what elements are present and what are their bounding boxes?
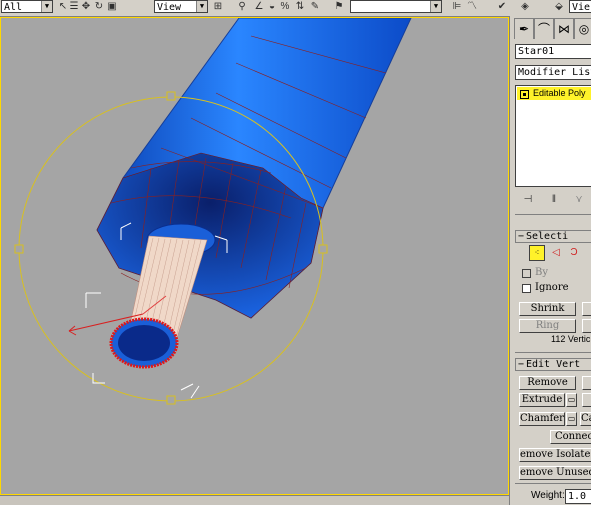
align-icon[interactable]: ⊫ xyxy=(451,1,463,13)
divider xyxy=(515,483,591,484)
stack-item-label: Editable Poly xyxy=(533,88,586,98)
viewport-render-value: Vie xyxy=(572,2,591,13)
modifier-list-label: Modifier List xyxy=(518,67,591,78)
rollout-title: Selecti xyxy=(526,231,569,242)
select-by-name-icon[interactable]: ☰ xyxy=(68,1,80,13)
modifier-stack[interactable]: Editable Poly xyxy=(515,85,591,187)
divider xyxy=(515,352,591,353)
spinner-snap-icon[interactable]: ⇅ xyxy=(294,1,306,13)
named-selection-field[interactable]: ▼ xyxy=(350,0,442,13)
object-name-field[interactable]: Star01 xyxy=(515,44,591,59)
selection-filter-dropdown[interactable]: All ▼ xyxy=(1,0,53,13)
collapse-icon: − xyxy=(517,231,525,242)
connect-button[interactable]: Connec xyxy=(550,430,591,444)
pin-stack-icon[interactable]: ⊣ xyxy=(522,194,534,206)
time-slider-track[interactable] xyxy=(0,495,509,505)
ignore-backfacing-label: Ignore xyxy=(535,282,569,293)
select-manipulate-icon[interactable]: ⚲ xyxy=(236,1,248,13)
pivot-icon[interactable]: ⊞ xyxy=(212,1,224,13)
chevron-down-icon[interactable]: ▼ xyxy=(196,1,207,12)
collapse-icon: − xyxy=(517,359,525,370)
modify-tab-icon[interactable]: ⌒ xyxy=(534,18,554,39)
object-name-value: Star01 xyxy=(518,46,555,57)
rollout-title: Edit Vert xyxy=(526,359,581,370)
command-panel: ✒ ⌒ ⋈ ◎ Star01 Modifier List Editable Po… xyxy=(509,16,591,505)
by-vertex-checkbox[interactable] xyxy=(522,269,531,278)
border-mode-icon[interactable]: Ɔ xyxy=(568,247,580,259)
extrude-button[interactable]: Extrude xyxy=(519,393,565,407)
curve-editor-icon[interactable]: 〽 xyxy=(466,1,478,13)
rotate-icon[interactable]: ↻ xyxy=(93,1,105,13)
chevron-down-icon[interactable]: ▼ xyxy=(41,1,52,12)
break-button[interactable] xyxy=(582,376,591,390)
selection-rollout-header[interactable]: − Selecti xyxy=(515,230,591,243)
shrink-button[interactable]: Shrink xyxy=(519,302,576,316)
move-icon[interactable]: ✥ xyxy=(80,1,92,13)
snap-icon[interactable]: ∠ xyxy=(253,1,265,13)
chamfer-settings-icon[interactable]: ▭ xyxy=(566,412,577,426)
mirror-icon[interactable]: ⚑ xyxy=(333,1,345,13)
render-scene-icon[interactable]: ◈ xyxy=(519,1,531,13)
by-vertex-label: By xyxy=(535,267,548,278)
loop-button[interactable] xyxy=(582,319,591,333)
perspective-viewport[interactable] xyxy=(0,17,509,495)
weight-value: 1.0 xyxy=(568,491,587,502)
viewport-render-dropdown[interactable]: Vie xyxy=(569,0,591,13)
quick-render-icon[interactable]: ⬙ xyxy=(553,1,565,13)
main-toolbar: All ▼ ↖ ☰ ✥ ↻ ▣ View ▼ ⊞ ⚲ ∠ ◒ % ⇅ ✎ ⚑ ▼… xyxy=(0,0,591,17)
divider xyxy=(515,214,591,215)
remove-isolated-button[interactable]: emove Isolate xyxy=(519,448,591,462)
percent-snap-icon[interactable]: % xyxy=(279,1,291,13)
chevron-down-icon[interactable]: ▼ xyxy=(430,1,441,12)
angle-snap-icon[interactable]: ◒ xyxy=(266,1,278,13)
command-panel-tabs: ✒ ⌒ ⋈ ◎ xyxy=(514,18,591,40)
ring-button[interactable]: Ring xyxy=(519,319,576,333)
stack-item-editable-poly[interactable]: Editable Poly xyxy=(517,87,591,100)
stack-expand-icon[interactable] xyxy=(520,90,529,99)
chamfer-button[interactable]: Chamfer xyxy=(519,412,565,426)
named-selection-icon[interactable]: ✎ xyxy=(309,1,321,13)
weight-label: Weight: xyxy=(531,490,565,501)
modifier-list-dropdown[interactable]: Modifier List xyxy=(515,65,591,80)
target-weld-button[interactable]: Ca xyxy=(580,412,591,426)
weld-button[interactable] xyxy=(582,393,591,407)
weight-spinner[interactable]: 1.0 xyxy=(565,489,591,504)
grow-button[interactable] xyxy=(582,302,591,316)
remove-unused-button[interactable]: emove Unused xyxy=(519,466,591,480)
scale-icon[interactable]: ▣ xyxy=(106,1,118,13)
ignore-backfacing-checkbox[interactable] xyxy=(522,284,531,293)
motion-tab-icon[interactable]: ◎ xyxy=(574,18,591,39)
remove-button[interactable]: Remove xyxy=(519,376,576,390)
vertex-mode-icon[interactable]: ⁖ xyxy=(529,245,545,261)
material-editor-icon[interactable]: ✔ xyxy=(496,1,508,13)
selection-filter-value: All xyxy=(4,2,23,13)
make-unique-icon[interactable]: ⋎ xyxy=(573,194,585,206)
edit-vertices-rollout-header[interactable]: − Edit Vert xyxy=(515,358,591,371)
reference-coord-value: View xyxy=(157,2,182,13)
edge-mode-icon[interactable]: ◁ xyxy=(550,247,562,259)
show-end-result-icon[interactable]: ‖ xyxy=(548,194,560,206)
viewport-scene xyxy=(14,18,412,405)
extrude-settings-icon[interactable]: ▭ xyxy=(566,393,577,407)
create-tab-icon[interactable]: ✒ xyxy=(514,18,534,39)
reference-coord-dropdown[interactable]: View ▼ xyxy=(154,0,208,13)
selection-count: 112 Vertic xyxy=(551,334,591,344)
hierarchy-tab-icon[interactable]: ⋈ xyxy=(554,18,574,39)
